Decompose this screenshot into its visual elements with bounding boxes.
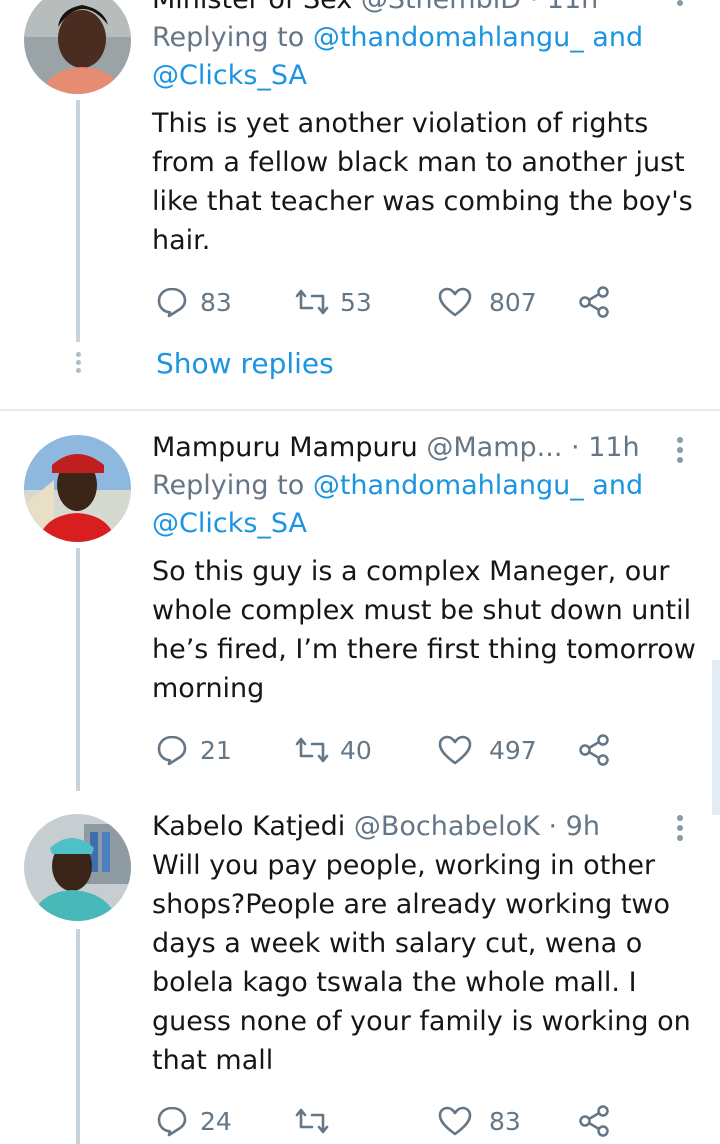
like-icon — [438, 734, 472, 766]
timestamp[interactable]: 11h — [547, 0, 598, 15]
share-icon — [577, 285, 611, 319]
and-text: and — [592, 22, 644, 53]
like-count: 83 — [489, 1106, 521, 1136]
tweet-header: Kabelo Katjedi @BochabeloK · 9h — [152, 811, 600, 842]
reply-button[interactable]: 24 — [156, 1101, 232, 1141]
tweet-text: So this guy is a complex Maneger, our wh… — [152, 556, 696, 704]
reply-count: 21 — [200, 735, 232, 765]
more-options-icon[interactable] — [676, 0, 684, 10]
tweet-1[interactable]: Minister of Sex @SthembiD · 11h Replying… — [0, 0, 720, 410]
like-count: 807 — [489, 287, 537, 317]
scrollbar[interactable] — [712, 660, 720, 815]
retweet-icon — [294, 735, 330, 765]
like-button[interactable]: 83 — [438, 1101, 521, 1141]
like-count: 497 — [489, 735, 537, 765]
share-button[interactable] — [577, 730, 611, 770]
and-text: and — [592, 470, 644, 501]
like-icon — [438, 286, 472, 318]
tweet-actions: 83 53 807 — [152, 282, 622, 322]
timestamp[interactable]: 11h — [588, 432, 639, 463]
avatar[interactable] — [24, 435, 131, 542]
mention-link[interactable]: @thandomahlangu_ — [313, 470, 584, 501]
avatar[interactable] — [24, 0, 131, 94]
replies-feed: Minister of Sex @SthembiD · 11h Replying… — [0, 0, 720, 1144]
reply-button[interactable]: 21 — [156, 730, 232, 770]
share-button[interactable] — [577, 1101, 611, 1141]
replying-prefix: Replying to — [152, 470, 305, 501]
author-handle[interactable]: @SthembiD — [361, 0, 521, 15]
tweet-header: Minister of Sex @SthembiD · 11h — [152, 0, 697, 19]
tweet-header: Mampuru Mampuru @Mamp... · 11h — [152, 432, 640, 463]
replying-to: Replying to @thandomahlangu_ and @Clicks… — [152, 19, 697, 95]
mention-link[interactable]: @Clicks_SA — [152, 60, 307, 91]
author-handle[interactable]: @Mamp... — [426, 432, 562, 463]
author-name[interactable]: Kabelo Katjedi — [152, 811, 345, 842]
retweet-icon — [294, 287, 330, 317]
thread-line — [76, 548, 80, 791]
reply-icon — [156, 286, 188, 318]
mention-link[interactable]: @thandomahlangu_ — [313, 22, 584, 53]
tweet-text: This is yet another violation of rights … — [152, 108, 693, 256]
reply-icon — [156, 734, 188, 766]
replying-prefix: Replying to — [152, 22, 305, 53]
thread-line — [76, 929, 80, 1144]
author-handle[interactable]: @BochabeloK — [354, 811, 540, 842]
reply-count: 24 — [200, 1106, 232, 1136]
retweet-button[interactable] — [294, 1101, 340, 1141]
author-name[interactable]: Mampuru Mampuru — [152, 432, 418, 463]
share-icon — [577, 733, 611, 767]
share-icon — [577, 1104, 611, 1138]
tweet-actions: 24 83 — [152, 1101, 622, 1141]
retweet-icon — [294, 1106, 330, 1136]
replying-to: Replying to @thandomahlangu_ and @Clicks… — [152, 467, 697, 543]
like-icon — [438, 1105, 472, 1137]
retweet-count: 40 — [340, 735, 372, 765]
avatar[interactable] — [24, 814, 131, 921]
reply-count: 83 — [200, 287, 232, 317]
retweet-button[interactable]: 53 — [294, 282, 372, 322]
like-button[interactable]: 807 — [438, 282, 537, 322]
tweet-actions: 21 40 497 — [152, 730, 622, 770]
thread-line — [76, 100, 80, 342]
thread-gap-dots — [74, 352, 82, 376]
show-replies-link[interactable]: Show replies — [156, 347, 334, 380]
reply-icon — [156, 1105, 188, 1137]
more-options-icon[interactable] — [676, 437, 684, 467]
tweet-2[interactable]: Mampuru Mampuru @Mamp... · 11h Replying … — [0, 411, 720, 791]
share-button[interactable] — [577, 282, 611, 322]
tweet-text: Will you pay people, working in other sh… — [152, 850, 691, 1076]
reply-button[interactable]: 83 — [156, 282, 232, 322]
retweet-count: 53 — [340, 287, 372, 317]
more-options-icon[interactable] — [676, 815, 684, 845]
retweet-button[interactable]: 40 — [294, 730, 372, 770]
author-name[interactable]: Minister of Sex — [152, 0, 352, 15]
tweet-3[interactable]: Kabelo Katjedi @BochabeloK · 9h Will you… — [0, 795, 720, 1144]
like-button[interactable]: 497 — [438, 730, 537, 770]
mention-link[interactable]: @Clicks_SA — [152, 508, 307, 539]
timestamp[interactable]: 9h — [566, 811, 600, 842]
